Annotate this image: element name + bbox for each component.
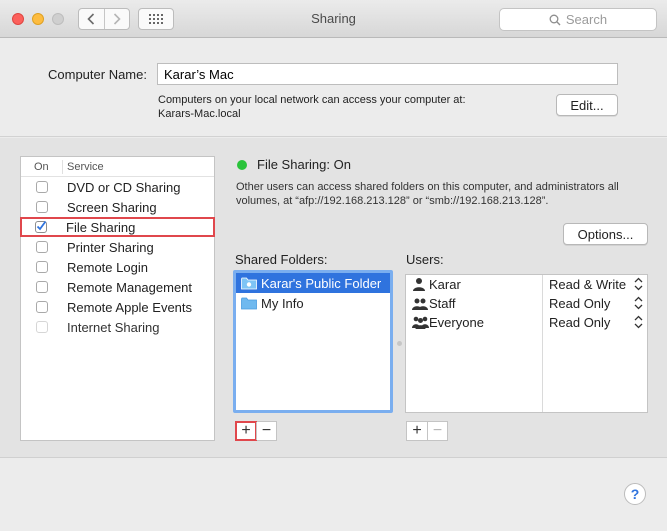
add-folder-button[interactable]: + [235, 421, 257, 441]
search-placeholder: Search [565, 12, 608, 27]
computer-name-input[interactable] [157, 63, 618, 85]
user-permission[interactable]: Read & Write [549, 277, 626, 292]
status-description: Other users can access shared folders on… [236, 181, 619, 207]
user-row[interactable]: Staff Read Only [406, 294, 647, 313]
shared-folders-list[interactable]: Karar's Public Folder My Info [233, 270, 393, 413]
checkbox-file-sharing[interactable] [35, 220, 47, 233]
user-add-remove-group: + − [406, 421, 448, 441]
minimize-window-button[interactable] [32, 13, 44, 25]
service-label: Internet Sharing [67, 319, 160, 335]
service-list: On Service DVD or CD Sharing Screen Shar… [20, 156, 215, 441]
forward-button[interactable] [103, 9, 130, 29]
updown-arrows-icon[interactable] [634, 296, 643, 310]
grid-icon [149, 14, 163, 24]
users-label: Users: [406, 252, 444, 267]
shared-folder-row[interactable]: Karar's Public Folder [236, 273, 390, 293]
local-hostname: Karars-Mac.local [158, 108, 241, 120]
bottom-bar [0, 458, 667, 531]
user-name: Karar [429, 277, 461, 292]
shared-folder-row[interactable]: My Info [236, 293, 390, 313]
service-label: Printer Sharing [67, 239, 154, 255]
status-indicator [237, 160, 247, 170]
remove-folder-button[interactable]: − [256, 422, 276, 440]
updown-arrows-icon[interactable] [634, 315, 643, 329]
folder-name: Karar's Public Folder [261, 275, 382, 291]
service-row-dvd-sharing[interactable]: DVD or CD Sharing [21, 177, 214, 197]
user-name: Staff [429, 296, 456, 311]
header-separator [62, 160, 63, 174]
service-row-remote-management[interactable]: Remote Management [21, 277, 214, 297]
checkbox-screen-sharing[interactable] [36, 201, 48, 213]
user-permission[interactable]: Read Only [549, 296, 610, 311]
remove-user-button[interactable]: − [427, 422, 447, 440]
computer-name-section: Computer Name: Computers on your local n… [0, 39, 667, 137]
folder-name: My Info [261, 295, 304, 311]
service-row-remote-login[interactable]: Remote Login [21, 257, 214, 277]
add-user-button[interactable]: + [407, 422, 427, 440]
service-label: File Sharing [66, 219, 136, 235]
user-permission[interactable]: Read Only [549, 315, 610, 330]
search-icon [549, 14, 561, 25]
computer-name-description: Computers on your local network can acce… [158, 93, 466, 121]
service-label: Remote Login [67, 259, 148, 275]
back-forward-group [78, 8, 130, 30]
service-list-header: On Service [21, 157, 214, 177]
user-name: Everyone [429, 315, 484, 330]
user-row[interactable]: Karar Read & Write [406, 275, 647, 294]
everyone-icon [412, 316, 429, 329]
chevron-left-icon [87, 13, 95, 25]
computer-name-label: Computer Name: [48, 67, 147, 82]
users-list[interactable]: Karar Read & Write Staff Read Only Every… [405, 274, 648, 413]
service-row-remote-apple-events[interactable]: Remote Apple Events [21, 297, 214, 317]
help-button[interactable]: ? [624, 483, 646, 505]
close-window-button[interactable] [12, 13, 24, 25]
zoom-window-button[interactable] [52, 13, 64, 25]
service-label: Remote Apple Events [67, 299, 193, 315]
updown-arrows-icon[interactable] [634, 277, 643, 291]
checkbox-printer-sharing[interactable] [36, 241, 48, 253]
shared-folders-label: Shared Folders: [235, 252, 328, 267]
folder-add-remove-group: + − [235, 421, 277, 441]
service-row-internet-sharing[interactable]: Internet Sharing [21, 317, 214, 337]
header-service: Service [67, 160, 104, 173]
service-label: Screen Sharing [67, 199, 157, 215]
single-user-icon [413, 278, 425, 291]
status-text: File Sharing: On [257, 157, 351, 172]
chevron-right-icon [113, 13, 121, 25]
sharing-main-pane: On Service DVD or CD Sharing Screen Shar… [0, 138, 667, 458]
edit-button[interactable]: Edit... [556, 94, 618, 116]
search-field[interactable]: Search [499, 8, 657, 31]
public-folder-icon [241, 277, 257, 289]
checkbox-internet-sharing[interactable] [36, 321, 48, 333]
checkmark-icon [36, 220, 47, 231]
checkbox-remote-login[interactable] [36, 261, 48, 273]
options-button[interactable]: Options... [563, 223, 648, 245]
header-on: On [34, 160, 49, 173]
service-row-printer-sharing[interactable]: Printer Sharing [21, 237, 214, 257]
service-label: Remote Management [67, 279, 193, 295]
service-row-file-sharing[interactable]: File Sharing [20, 217, 215, 237]
checkbox-remote-apple-events[interactable] [36, 301, 48, 313]
service-row-screen-sharing[interactable]: Screen Sharing [21, 197, 214, 217]
service-label: DVD or CD Sharing [67, 179, 181, 195]
checkbox-dvd-sharing[interactable] [36, 181, 48, 193]
split-view-handle[interactable] [397, 341, 402, 346]
user-row[interactable]: Everyone Read Only [406, 313, 647, 332]
back-button[interactable] [79, 9, 104, 29]
show-all-button[interactable] [138, 8, 174, 30]
group-icon [412, 298, 428, 310]
title-bar: Sharing Search [0, 0, 667, 38]
checkbox-remote-management[interactable] [36, 281, 48, 293]
description-line-1: Computers on your local network can acce… [158, 94, 466, 106]
folder-icon [241, 297, 257, 309]
